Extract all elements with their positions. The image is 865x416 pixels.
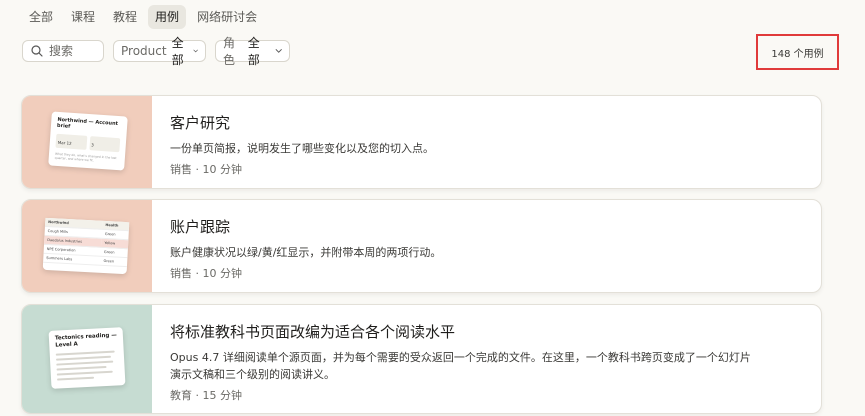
preview-table-cell: Summers Labs <box>43 253 101 266</box>
tab-use-cases[interactable]: 用例 <box>148 5 187 29</box>
product-filter-dropdown[interactable]: Product 全部 <box>113 36 206 67</box>
preview-heading: Northwind — Account brief <box>56 116 119 130</box>
product-filter-value: 全部 <box>171 36 184 67</box>
card-description: 账户健康状况以绿/黄/红显示，并附带本周的两项行动。 <box>170 246 442 259</box>
card-title: 客户研究 <box>170 114 231 132</box>
tab-webinars[interactable]: 网络研讨会 <box>190 5 264 29</box>
account-brief-preview: Northwind — Account brief Mar 12 3 What … <box>48 111 128 171</box>
category-tabs: 全部 课程 教程 用例 网络研讨会 <box>22 5 264 29</box>
search-input[interactable] <box>49 44 89 58</box>
card-meta: 教育 · 15 分钟 <box>170 389 242 402</box>
card-thumbnail: Northwind Health Cough Mills Green Daeda… <box>22 200 152 292</box>
card-thumbnail: Northwind — Account brief Mar 12 3 What … <box>22 96 152 188</box>
card-title: 将标准教科书页面改编为适合各个阅读水平 <box>170 323 456 341</box>
card-description: 一份单页简报，说明发生了哪些变化以及您的切入点。 <box>170 142 434 155</box>
preview-footer: What they do, what's changed in the last… <box>54 151 117 163</box>
use-case-card-account-tracking[interactable]: Northwind Health Cough Mills Green Daeda… <box>21 199 822 293</box>
chevron-down-icon <box>275 49 282 53</box>
chevron-down-icon <box>193 49 198 53</box>
card-meta: 销售 · 10 分钟 <box>170 267 242 280</box>
tab-courses[interactable]: 课程 <box>64 5 102 29</box>
filter-bar: Product 全部 角色 全部 <box>22 36 290 67</box>
card-thumbnail: Tectonics reading — Level A <box>22 305 152 413</box>
preview-cell: 3 <box>91 142 94 148</box>
preview-text-lines <box>55 350 119 381</box>
card-meta: 销售 · 10 分钟 <box>170 163 242 176</box>
use-case-card-customer-research[interactable]: Northwind — Account brief Mar 12 3 What … <box>21 95 822 189</box>
role-filter-label: 角色 <box>223 36 236 67</box>
card-description: Opus 4.7 详细阅读单个源页面，并为每个需要的受众返回一个完成的文件。在这… <box>170 351 751 381</box>
card-title: 账户跟踪 <box>170 218 231 236</box>
reading-level-preview: Tectonics reading — Level A <box>48 327 126 389</box>
account-health-table-preview: Northwind Health Cough Mills Green Daeda… <box>42 217 130 275</box>
product-filter-label: Product <box>121 44 167 58</box>
search-icon <box>31 45 43 57</box>
role-filter-value: 全部 <box>247 36 260 67</box>
use-case-card-textbook-adaptation[interactable]: Tectonics reading — Level A 将标准教科书页面改编为适… <box>21 304 822 414</box>
preview-heading: Tectonics reading — Level A <box>54 332 117 349</box>
search-box[interactable] <box>22 40 104 62</box>
result-count: 148 个用例 <box>756 34 839 70</box>
tab-all[interactable]: 全部 <box>22 5 60 29</box>
tab-tutorials[interactable]: 教程 <box>106 5 144 29</box>
preview-cell: Mar 12 <box>57 139 72 146</box>
preview-table-cell: Green <box>100 256 128 267</box>
role-filter-dropdown[interactable]: 角色 全部 <box>215 36 290 67</box>
